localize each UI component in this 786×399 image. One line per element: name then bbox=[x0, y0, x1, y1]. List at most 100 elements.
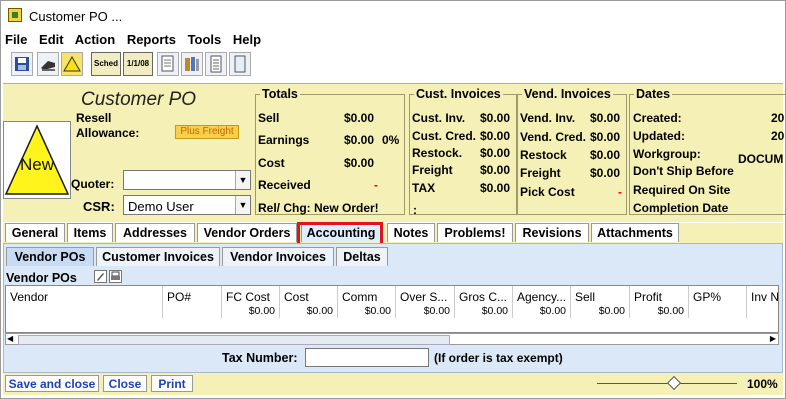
list-icon[interactable] bbox=[205, 52, 227, 76]
received-value: - bbox=[374, 178, 378, 192]
quoter-select[interactable]: ▼ bbox=[123, 170, 251, 190]
cost-label: Cost bbox=[258, 156, 285, 170]
menu-action[interactable]: Action bbox=[75, 32, 115, 47]
column-sell[interactable]: Sell $0.00 bbox=[571, 286, 630, 318]
column-inv-n[interactable]: Inv N bbox=[747, 286, 778, 318]
column-gros-c[interactable]: Gros C... $0.00 bbox=[455, 286, 513, 318]
column-gp-percent[interactable]: GP% bbox=[689, 286, 747, 318]
earnings-value: $0.00 bbox=[344, 133, 375, 147]
tab-vendor-orders[interactable]: Vendor Orders bbox=[197, 223, 297, 242]
column-po-number[interactable]: PO# bbox=[163, 286, 222, 318]
app-icon bbox=[8, 8, 22, 22]
dates-legend: Dates bbox=[636, 87, 671, 101]
cust-invoices-group: Cust. Invoices Cust. Inv. $0.00 Cust. Cr… bbox=[409, 87, 517, 217]
chevron-down-icon[interactable]: ▼ bbox=[235, 171, 250, 189]
menu-tools[interactable]: Tools bbox=[188, 32, 222, 47]
document-icon[interactable] bbox=[157, 52, 179, 76]
pick-cost-value: - bbox=[618, 185, 622, 199]
edit-icon[interactable] bbox=[94, 270, 107, 283]
csr-select[interactable]: Demo User ▼ bbox=[123, 195, 251, 215]
scroll-left-icon[interactable]: ◀ bbox=[7, 334, 13, 343]
zoom-slider[interactable] bbox=[597, 375, 737, 391]
tab-problems[interactable]: Problems! bbox=[437, 223, 513, 242]
print-icon[interactable] bbox=[109, 270, 122, 283]
dont-ship-before-label[interactable]: Don't Ship Before bbox=[633, 164, 734, 178]
scroll-right-icon[interactable]: ▶ bbox=[770, 334, 776, 343]
workgroup-label: Workgroup: bbox=[633, 147, 701, 161]
vend-inv-value: $0.00 bbox=[590, 111, 621, 125]
column-vendor[interactable]: Vendor bbox=[6, 286, 163, 318]
cust-cred-label: Cust. Cred. bbox=[412, 129, 477, 143]
column-cost[interactable]: Cost $0.00 bbox=[280, 286, 338, 318]
tax-label: TAX bbox=[412, 181, 436, 195]
zoom-slider-thumb[interactable] bbox=[666, 375, 682, 391]
tab-revisions[interactable]: Revisions bbox=[515, 223, 589, 242]
required-on-site-label[interactable]: Required On Site bbox=[633, 183, 730, 197]
sched-button[interactable]: Sched bbox=[91, 52, 121, 76]
window-title: Customer PO ... bbox=[29, 9, 123, 24]
completion-date-label[interactable]: Completion Date bbox=[633, 201, 728, 215]
tab-items[interactable]: Items bbox=[67, 223, 113, 242]
earnings-label: Earnings bbox=[258, 133, 310, 147]
tab-attachments[interactable]: Attachments bbox=[591, 223, 679, 242]
stapler-icon[interactable] bbox=[37, 52, 59, 76]
new-status-badge: New bbox=[3, 121, 71, 199]
header-panel: Customer PO Resell Allowance: Plus Freig… bbox=[3, 83, 786, 222]
page-title: Customer PO bbox=[81, 89, 197, 110]
cust-invoices-legend: Cust. Invoices bbox=[416, 87, 501, 101]
vend-freight-label: Freight bbox=[520, 166, 561, 180]
tax-number-input[interactable] bbox=[305, 348, 429, 367]
tab-addresses[interactable]: Addresses bbox=[115, 223, 195, 242]
freight-value: $0.00 bbox=[480, 163, 511, 177]
page-icon[interactable] bbox=[229, 52, 251, 76]
sub-tabs: Vendor POs Customer Invoices Vendor Invo… bbox=[4, 247, 780, 266]
column-over-s[interactable]: Over S... $0.00 bbox=[396, 286, 455, 318]
new-badge-label: New bbox=[20, 155, 55, 174]
close-button[interactable]: Close bbox=[103, 375, 147, 392]
cust-inv-colon: : bbox=[413, 203, 417, 217]
sell-value: $0.00 bbox=[344, 111, 375, 125]
menu-help[interactable]: Help bbox=[233, 32, 261, 47]
horizontal-scrollbar[interactable]: ◀ ▶ bbox=[5, 333, 779, 345]
warning-icon[interactable] bbox=[61, 52, 83, 76]
subtab-customer-invoices[interactable]: Customer Invoices bbox=[96, 247, 220, 266]
subtab-vendor-pos[interactable]: Vendor POs bbox=[6, 247, 94, 266]
totals-group: Totals Sell $0.00 Earnings $0.00 0% Cost… bbox=[255, 87, 405, 215]
column-agency[interactable]: Agency... $0.00 bbox=[513, 286, 571, 318]
updated-label: Updated: bbox=[633, 129, 685, 143]
restock-label: Restock. bbox=[412, 146, 463, 160]
save-and-close-button[interactable]: Save and close bbox=[5, 375, 99, 392]
customer-po-window: Customer PO ... File Edit Action Reports… bbox=[0, 0, 786, 399]
menu-file[interactable]: File bbox=[5, 32, 27, 47]
print-button[interactable]: Print bbox=[151, 375, 193, 392]
pick-cost-label: Pick Cost bbox=[520, 185, 575, 199]
vendor-pos-label: Vendor POs bbox=[6, 271, 77, 285]
created-label: Created: bbox=[633, 111, 682, 125]
column-comm[interactable]: Comm $0.00 bbox=[338, 286, 396, 318]
menu-edit[interactable]: Edit bbox=[39, 32, 64, 47]
chevron-down-icon[interactable]: ▼ bbox=[235, 196, 250, 214]
vend-cred-value: $0.00 bbox=[590, 130, 621, 144]
subtab-vendor-invoices[interactable]: Vendor Invoices bbox=[222, 247, 334, 266]
csr-label: CSR: bbox=[83, 199, 115, 214]
tax-number-label: Tax Number: bbox=[222, 351, 298, 365]
column-fc-cost[interactable]: FC Cost $0.00 bbox=[222, 286, 280, 318]
vend-cred-label: Vend. Cred. bbox=[520, 130, 587, 144]
tab-general[interactable]: General bbox=[5, 223, 65, 242]
cust-inv-label: Cust. Inv. bbox=[412, 111, 466, 125]
column-profit[interactable]: Profit $0.00 bbox=[630, 286, 689, 318]
created-value: 20 bbox=[771, 111, 785, 125]
subtab-deltas[interactable]: Deltas bbox=[336, 247, 388, 266]
earnings-percent: 0% bbox=[382, 133, 400, 147]
tab-notes[interactable]: Notes bbox=[387, 223, 435, 242]
menu-reports[interactable]: Reports bbox=[127, 32, 176, 47]
date-button[interactable]: 1/1/08 bbox=[123, 52, 153, 76]
scroll-thumb[interactable] bbox=[18, 335, 450, 345]
plus-freight-badge: Plus Freight bbox=[175, 125, 239, 139]
menu-bar: File Edit Action Reports Tools Help bbox=[5, 32, 269, 50]
vend-restock-label: Restock bbox=[520, 148, 567, 162]
save-icon[interactable] bbox=[11, 52, 33, 76]
vend-inv-label: Vend. Inv. bbox=[520, 111, 576, 125]
books-icon[interactable] bbox=[181, 52, 203, 76]
freight-label: Freight bbox=[412, 163, 453, 177]
